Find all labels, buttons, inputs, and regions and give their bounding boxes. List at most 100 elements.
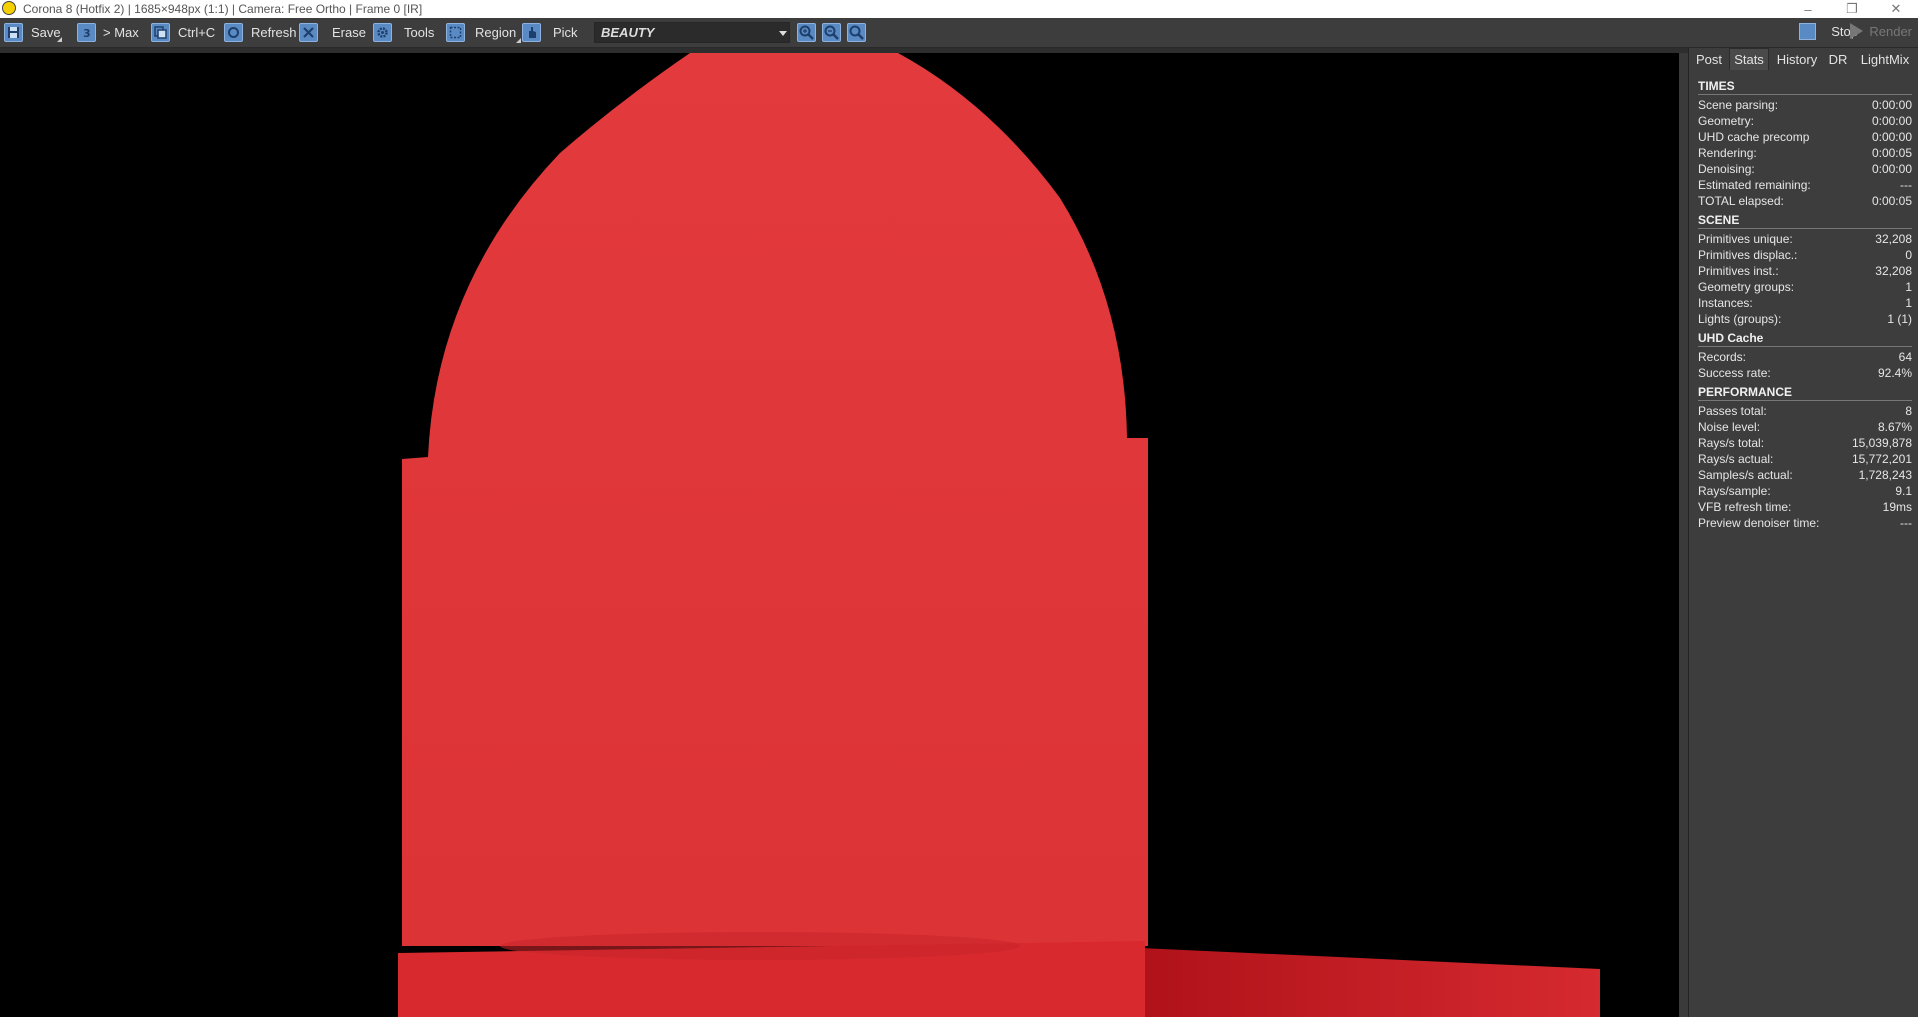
stat-row: Noise level: 8.67% [1698,419,1912,435]
stat-row: Preview denoiser time: --- [1698,515,1912,531]
stat-value: 64 [1898,350,1912,364]
stat-label: Geometry: [1698,114,1755,128]
window-title: Corona 8 (Hotfix 2) | 1685×948px (1:1) |… [23,2,423,16]
stop-button[interactable]: Stop [1799,23,1858,40]
floppy-disk-icon [4,23,62,42]
send-to-max-button[interactable]: 3 > Max [77,21,139,44]
stat-label: Scene parsing: [1698,98,1779,112]
stat-row: VFB refresh time: 19ms [1698,499,1912,515]
svg-text:3: 3 [83,27,91,39]
stat-label: Denoising: [1698,162,1755,176]
stat-label: Lights (groups): [1698,312,1782,326]
stat-row: Instances: 1 [1698,295,1912,311]
stat-label: Rays/sample: [1698,484,1771,498]
stat-value: --- [1900,516,1912,530]
stat-label: Success rate: [1698,366,1771,380]
stat-value: 15,772,201 [1851,452,1912,466]
stat-value: 0:00:00 [1871,162,1912,176]
zoom-out-button[interactable] [822,23,841,42]
rendered-image [398,53,1688,1017]
stat-row: Primitives inst.: 32,208 [1698,263,1912,279]
stat-label: Noise level: [1698,420,1761,434]
region-dropdown-icon[interactable] [516,38,522,43]
stat-row: TOTAL elapsed: 0:00:05 [1698,193,1912,209]
stat-label: Geometry groups: [1698,280,1795,294]
stat-row: Passes total: 8 [1698,403,1912,419]
stat-value: 32,208 [1875,232,1912,246]
stat-label: Instances: [1698,296,1753,310]
tab-post[interactable]: Post [1689,48,1729,70]
stats-list: TIMES Scene parsing: 0:00:00 Geometry: 0:0… [1698,78,1912,534]
display-box-back-panel [402,53,1148,946]
copy-button[interactable]: Ctrl+C [151,21,215,44]
render-viewport[interactable] [0,48,1688,1017]
stat-value: 15,039,878 [1851,436,1912,450]
stat-row: Rays/sample: 9.1 [1698,483,1912,499]
pick-button[interactable]: Pick [522,21,578,44]
scene-section: SCENE Primitives unique: 32,208 Primitive… [1698,212,1912,327]
stat-value: 8 [1905,404,1912,418]
play-icon [1850,23,1864,39]
tab-dr[interactable]: DR [1825,48,1851,70]
stat-label: Passes total: [1698,404,1767,418]
render-pass-dropdown[interactable]: BEAUTY [594,22,790,43]
refresh-label: Refresh [251,25,297,40]
stat-value: 1 [1905,280,1912,294]
tab-stats[interactable]: Stats [1729,48,1769,70]
zoom-fit-button[interactable] [847,23,866,42]
render-button[interactable]: Render [1850,23,1912,39]
stat-value: 1,728,243 [1858,468,1912,482]
stat-label: TOTAL elapsed: [1698,194,1784,208]
stat-label: Rendering: [1698,146,1757,160]
close-button[interactable]: ✕ [1874,0,1918,18]
stat-label: UHD cache precomp [1698,130,1810,144]
erase-button[interactable]: Erase [299,21,366,44]
render-label: Render [1869,23,1912,39]
stats-panel: Post Stats History DR LightMix TIMES Sce… [1688,48,1918,1017]
stat-value: 1 [1905,296,1912,310]
performance-section: PERFORMANCE Passes total: 8 Noise level: 8… [1698,384,1912,531]
stat-value: --- [1900,178,1912,192]
save-button[interactable]: Save [4,21,62,44]
stop-square-icon [1799,23,1817,40]
times-section: TIMES Scene parsing: 0:00:00 Geometry: 0:0… [1698,78,1912,209]
stat-row: Estimated remaining: --- [1698,177,1912,193]
stat-label: Estimated remaining: [1698,178,1811,192]
stat-row: Primitives displac.: 0 [1698,247,1912,263]
stat-row: Scene parsing: 0:00:00 [1698,97,1912,113]
stat-row: Denoising: 0:00:00 [1698,161,1912,177]
title-bar: Corona 8 (Hotfix 2) | 1685×948px (1:1) |… [0,0,1918,18]
minimize-button[interactable]: – [1786,0,1830,18]
copy-icon [151,23,170,42]
erase-x-icon [299,23,318,42]
region-button[interactable]: Region [446,21,522,44]
stat-row: UHD cache precomp 0:00:00 [1698,129,1912,145]
restore-button[interactable]: ❐ [1830,0,1874,18]
stat-label: Primitives inst.: [1698,264,1779,278]
stat-label: Primitives displac.: [1698,248,1798,262]
tools-button[interactable]: Tools [373,21,434,44]
stat-row: Lights (groups): 1 (1) [1698,311,1912,327]
section-title: UHD Cache [1698,330,1912,347]
stat-label: Primitives unique: [1698,232,1793,246]
tab-lightmix[interactable]: LightMix [1851,48,1918,70]
stat-value: 92.4% [1877,366,1912,380]
panel-tabs: Post Stats History DR LightMix [1689,48,1918,70]
stat-value: 0:00:05 [1871,194,1912,208]
region-label: Region [475,25,517,40]
stat-label: Rays/s actual: [1698,452,1774,466]
tab-history[interactable]: History [1769,48,1825,70]
pick-label: Pick [553,25,578,40]
window-controls: – ❐ ✕ [1786,0,1918,18]
zoom-in-button[interactable] [797,23,816,42]
stat-row: Samples/s actual: 1,728,243 [1698,467,1912,483]
copy-label: Ctrl+C [178,25,216,40]
uhd-cache-section: UHD Cache Records: 64 Success rate: 92.4% [1698,330,1912,381]
stat-value: 19ms [1882,500,1912,514]
stat-row: Rays/s total: 15,039,878 [1698,435,1912,451]
stat-label: Records: [1698,350,1747,364]
stat-value: 0:00:05 [1871,146,1912,160]
refresh-button[interactable]: Refresh [224,21,297,44]
tools-label: Tools [404,25,435,40]
stat-row: Rays/s actual: 15,772,201 [1698,451,1912,467]
